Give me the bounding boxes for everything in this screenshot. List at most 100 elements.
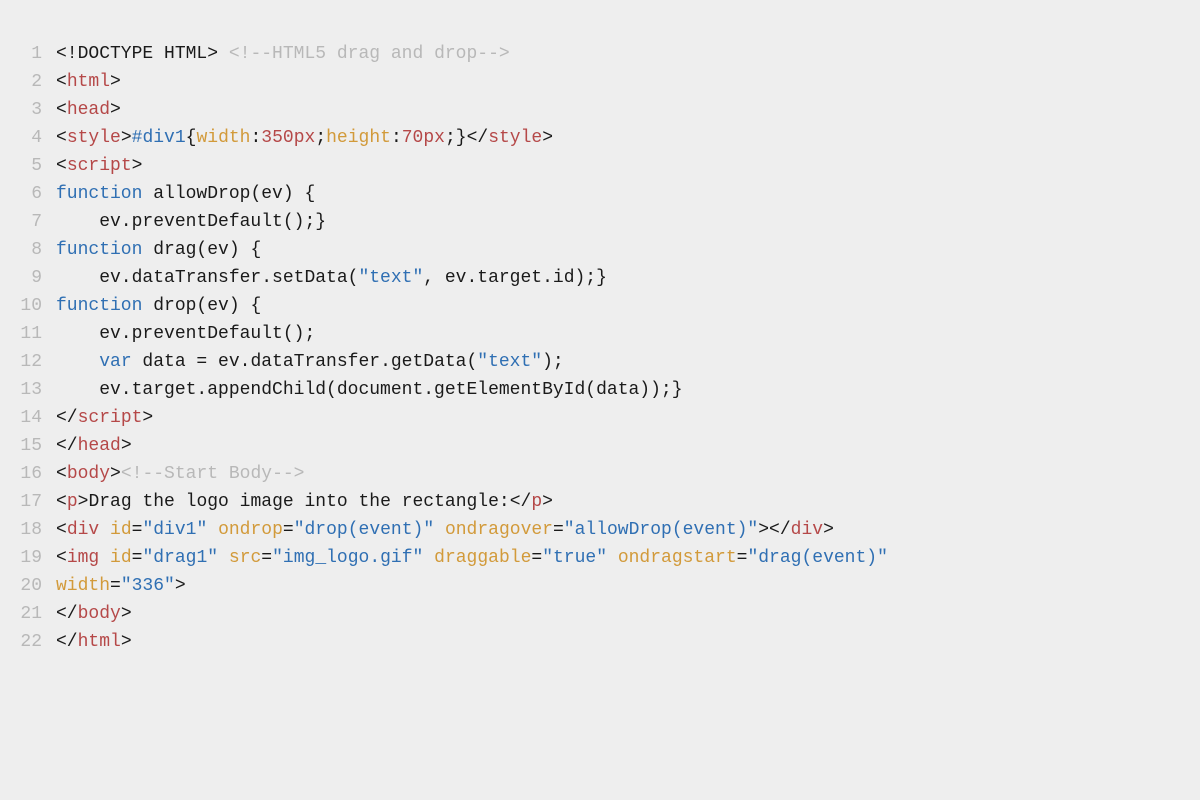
code-line[interactable]: 9 ev.dataTransfer.setData("text", ev.tar… bbox=[0, 264, 1200, 292]
token: "drag1" bbox=[142, 548, 218, 568]
line-number: 8 bbox=[0, 236, 56, 264]
token: ondragover bbox=[445, 520, 553, 540]
code-line[interactable]: 18<div id="div1" ondrop="drop(event)" on… bbox=[0, 516, 1200, 544]
code-line[interactable]: 11 ev.preventDefault(); bbox=[0, 320, 1200, 348]
code-line[interactable]: 17<p>Drag the logo image into the rectan… bbox=[0, 488, 1200, 516]
token: ev.target.appendChild(document.getElemen… bbox=[56, 380, 683, 400]
code-content[interactable]: <html> bbox=[56, 68, 1200, 96]
token: ondragstart bbox=[618, 548, 737, 568]
code-content[interactable]: <body><!--Start Body--> bbox=[56, 460, 1200, 488]
token: </ bbox=[56, 436, 78, 456]
code-content[interactable]: </body> bbox=[56, 600, 1200, 628]
token: </ bbox=[510, 492, 532, 512]
code-content[interactable]: function drag(ev) { bbox=[56, 236, 1200, 264]
code-line[interactable]: 13 ev.target.appendChild(document.getEle… bbox=[0, 376, 1200, 404]
line-number: 16 bbox=[0, 460, 56, 488]
token bbox=[99, 548, 110, 568]
code-line[interactable]: 3<head> bbox=[0, 96, 1200, 124]
token: <!DOCTYPE HTML> bbox=[56, 44, 218, 64]
token: drop(ev) { bbox=[142, 296, 261, 316]
token: head bbox=[78, 436, 121, 456]
code-content[interactable]: function drop(ev) { bbox=[56, 292, 1200, 320]
code-line[interactable]: 22</html> bbox=[0, 628, 1200, 656]
token: > bbox=[110, 100, 121, 120]
code-content[interactable]: width="336"> bbox=[56, 572, 1200, 600]
token: draggable bbox=[434, 548, 531, 568]
token: width bbox=[196, 128, 250, 148]
code-line[interactable]: 20width="336"> bbox=[0, 572, 1200, 600]
code-content[interactable]: <script> bbox=[56, 152, 1200, 180]
code-content[interactable]: ev.preventDefault();} bbox=[56, 208, 1200, 236]
code-content[interactable]: </script> bbox=[56, 404, 1200, 432]
token: id bbox=[110, 520, 132, 540]
code-line[interactable]: 19<img id="drag1" src="img_logo.gif" dra… bbox=[0, 544, 1200, 572]
token: body bbox=[67, 464, 110, 484]
token: < bbox=[56, 128, 67, 148]
token: "allowDrop(event)" bbox=[564, 520, 758, 540]
token: > bbox=[542, 492, 553, 512]
code-line[interactable]: 7 ev.preventDefault();} bbox=[0, 208, 1200, 236]
code-content[interactable]: function allowDrop(ev) { bbox=[56, 180, 1200, 208]
code-line[interactable]: 8function drag(ev) { bbox=[0, 236, 1200, 264]
code-content[interactable]: </html> bbox=[56, 628, 1200, 656]
token: : bbox=[391, 128, 402, 148]
line-number: 1 bbox=[0, 40, 56, 68]
code-line[interactable]: 14</script> bbox=[0, 404, 1200, 432]
code-content[interactable]: <img id="drag1" src="img_logo.gif" dragg… bbox=[56, 544, 1200, 572]
line-number: 18 bbox=[0, 516, 56, 544]
token: head bbox=[67, 100, 110, 120]
token: allowDrop(ev) { bbox=[142, 184, 315, 204]
code-line[interactable]: 21</body> bbox=[0, 600, 1200, 628]
token: style bbox=[67, 128, 121, 148]
token: style bbox=[488, 128, 542, 148]
token: > bbox=[542, 128, 553, 148]
code-content[interactable]: <div id="div1" ondrop="drop(event)" ondr… bbox=[56, 516, 1200, 544]
code-content[interactable]: var data = ev.dataTransfer.getData("text… bbox=[56, 348, 1200, 376]
code-line[interactable]: 16<body><!--Start Body--> bbox=[0, 460, 1200, 488]
code-line[interactable]: 12 var data = ev.dataTransfer.getData("t… bbox=[0, 348, 1200, 376]
token: ev.preventDefault();} bbox=[56, 212, 326, 232]
code-content[interactable]: <!DOCTYPE HTML> <!--HTML5 drag and drop-… bbox=[56, 40, 1200, 68]
token: "drop(event)" bbox=[294, 520, 434, 540]
token: drag(ev) { bbox=[142, 240, 261, 260]
token: p bbox=[67, 492, 78, 512]
line-number: 17 bbox=[0, 488, 56, 516]
token: > bbox=[175, 576, 186, 596]
code-editor[interactable]: 1<!DOCTYPE HTML> <!--HTML5 drag and drop… bbox=[0, 0, 1200, 656]
code-line[interactable]: 2<html> bbox=[0, 68, 1200, 96]
token: </ bbox=[56, 604, 78, 624]
token: ); bbox=[542, 352, 564, 372]
code-content[interactable]: <style>#div1{width:350px;height:70px;}</… bbox=[56, 124, 1200, 152]
code-content[interactable]: ev.target.appendChild(document.getElemen… bbox=[56, 376, 1200, 404]
token: "img_logo.gif" bbox=[272, 548, 423, 568]
code-line[interactable]: 6function allowDrop(ev) { bbox=[0, 180, 1200, 208]
token: </ bbox=[56, 408, 78, 428]
token: = bbox=[132, 520, 143, 540]
token: ev.dataTransfer.setData( bbox=[56, 268, 358, 288]
code-content[interactable]: <p>Drag the logo image into the rectangl… bbox=[56, 488, 1200, 516]
code-line[interactable]: 15</head> bbox=[0, 432, 1200, 460]
token: id bbox=[110, 548, 132, 568]
code-content[interactable]: ev.preventDefault(); bbox=[56, 320, 1200, 348]
token: = bbox=[737, 548, 748, 568]
token: function bbox=[56, 296, 142, 316]
code-content[interactable]: ev.dataTransfer.setData("text", ev.targe… bbox=[56, 264, 1200, 292]
token: > bbox=[110, 72, 121, 92]
token: > bbox=[121, 632, 132, 652]
code-line[interactable]: 5<script> bbox=[0, 152, 1200, 180]
token: "text" bbox=[358, 268, 423, 288]
token: 350px bbox=[261, 128, 315, 148]
token: > bbox=[110, 464, 121, 484]
token: html bbox=[67, 72, 110, 92]
code-content[interactable]: <head> bbox=[56, 96, 1200, 124]
token: <!--HTML5 drag and drop--> bbox=[229, 44, 510, 64]
code-line[interactable]: 4<style>#div1{width:350px;height:70px;}<… bbox=[0, 124, 1200, 152]
code-line[interactable]: 1<!DOCTYPE HTML> <!--HTML5 drag and drop… bbox=[0, 40, 1200, 68]
code-line[interactable]: 10function drop(ev) { bbox=[0, 292, 1200, 320]
code-content[interactable]: </head> bbox=[56, 432, 1200, 460]
token: </ bbox=[56, 632, 78, 652]
token: < bbox=[56, 100, 67, 120]
token: script bbox=[78, 408, 143, 428]
token: : bbox=[250, 128, 261, 148]
line-number: 22 bbox=[0, 628, 56, 656]
